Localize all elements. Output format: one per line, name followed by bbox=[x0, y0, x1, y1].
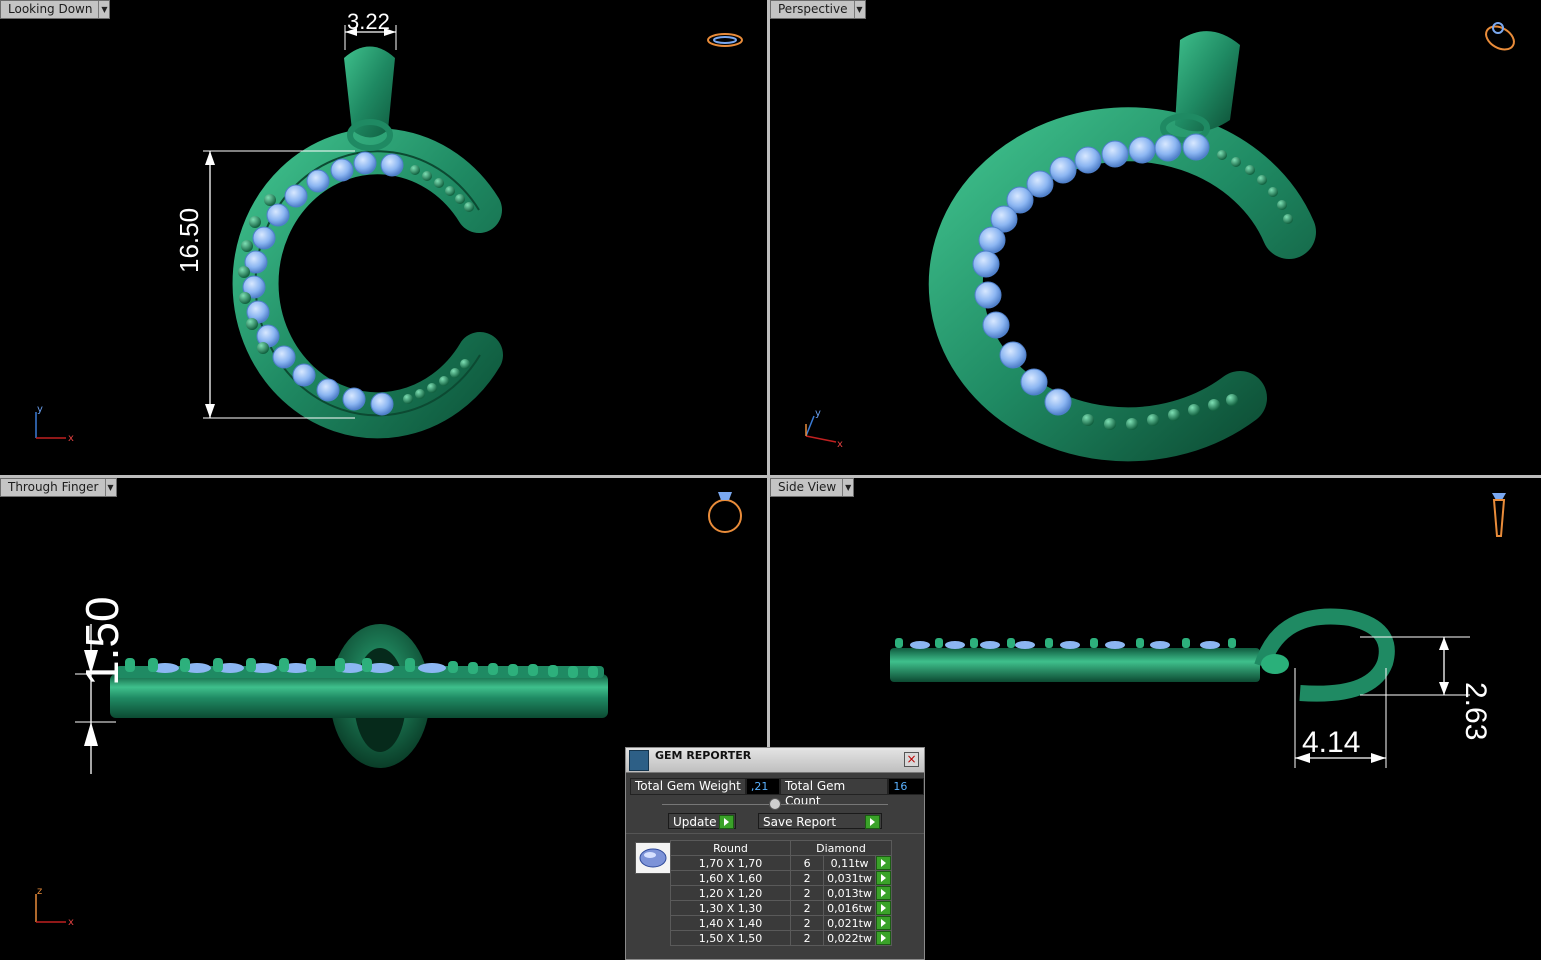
round-gem-icon bbox=[635, 842, 671, 874]
total-count-row: Total Gem Count 16 bbox=[780, 777, 924, 808]
total-weight-label: Total Gem Weight bbox=[630, 777, 746, 795]
play-icon[interactable] bbox=[875, 901, 891, 915]
view-cube-icon bbox=[708, 492, 742, 533]
bail-width-dimension: 3.22 bbox=[347, 9, 390, 34]
pendant-band bbox=[928, 107, 1316, 462]
axis-triad-icon: y x bbox=[35, 404, 74, 444]
chevron-down-icon[interactable]: ▼ bbox=[98, 1, 109, 18]
pendant-perspective-view: y x bbox=[805, 22, 1515, 462]
play-icon bbox=[719, 815, 734, 829]
view-cube-icon bbox=[1492, 493, 1506, 537]
update-button[interactable]: Update bbox=[668, 813, 736, 829]
pendant-band bbox=[110, 674, 608, 718]
view-cube-icon bbox=[1485, 22, 1515, 51]
pendant-top-view: 16.50 3.22 y x bbox=[35, 9, 743, 444]
table-row[interactable]: 1,40 X 1,40 2 0,021tw bbox=[670, 915, 893, 931]
gem-table-header: Round Diamond bbox=[670, 840, 892, 856]
play-icon[interactable] bbox=[875, 886, 891, 900]
svg-text:z: z bbox=[37, 886, 42, 897]
viewport-splitter-horizontal[interactable] bbox=[0, 475, 1541, 478]
svg-text:y: y bbox=[815, 408, 821, 419]
axis-triad-icon: y x bbox=[805, 408, 843, 450]
chevron-down-icon[interactable]: ▼ bbox=[104, 479, 116, 496]
total-weight-row: Total Gem Weight ,21 bbox=[630, 777, 780, 795]
viewport-label[interactable]: Side View ▼ bbox=[770, 478, 855, 497]
table-row[interactable]: 1,20 X 1,20 2 0,013tw bbox=[670, 885, 893, 901]
close-icon[interactable]: × bbox=[904, 752, 919, 767]
total-count-value: 16 bbox=[888, 777, 924, 795]
total-count-label: Total Gem Count bbox=[780, 777, 889, 808]
viewport-looking-down[interactable]: 16.50 3.22 y x Looking Down ▼ bbox=[0, 0, 767, 475]
gem-table: Round Diamond 1,70 X 1,70 6 0,11tw 1,60 … bbox=[670, 840, 893, 946]
material-header: Diamond bbox=[790, 840, 892, 856]
collapse-toggle-icon[interactable] bbox=[769, 798, 781, 810]
table-row[interactable]: 1,70 X 1,70 6 0,11tw bbox=[670, 855, 893, 871]
play-icon[interactable] bbox=[875, 931, 891, 945]
bail-depth-dimension: 2.63 bbox=[1459, 682, 1492, 740]
viewport-label[interactable]: Through Finger ▼ bbox=[0, 478, 117, 497]
panel-title: GEM REPORTER bbox=[655, 749, 752, 762]
pendant-band bbox=[890, 648, 1260, 682]
view-cube-icon bbox=[707, 33, 743, 47]
bail-length-dimension: 4.14 bbox=[1302, 726, 1360, 759]
axis-triad-icon: z x bbox=[35, 886, 74, 928]
svg-text:x: x bbox=[68, 917, 74, 928]
viewport-label[interactable]: Looking Down ▼ bbox=[0, 0, 111, 19]
chevron-down-icon[interactable]: ▼ bbox=[842, 479, 853, 496]
gem-reporter-titlebar[interactable]: GEM REPORTER × bbox=[626, 748, 924, 773]
play-icon[interactable] bbox=[875, 871, 891, 885]
height-dimension: 16.50 bbox=[174, 208, 204, 273]
table-row[interactable]: 1,30 X 1,30 2 0,016tw bbox=[670, 900, 893, 916]
table-row[interactable]: 1,60 X 1,60 2 0,031tw bbox=[670, 870, 893, 886]
svg-text:y: y bbox=[37, 404, 43, 415]
viewport-label[interactable]: Perspective ▼ bbox=[770, 0, 866, 19]
chevron-down-icon[interactable]: ▼ bbox=[853, 1, 865, 18]
play-icon[interactable] bbox=[875, 856, 891, 870]
svg-text:x: x bbox=[68, 433, 74, 444]
viewport-perspective[interactable]: y x Perspective ▼ bbox=[770, 0, 1541, 475]
play-icon[interactable] bbox=[875, 916, 891, 930]
total-weight-value: ,21 bbox=[745, 777, 780, 795]
table-row[interactable]: 1,50 X 1,50 2 0,022tw bbox=[670, 930, 893, 946]
report-icon bbox=[629, 750, 649, 771]
thickness-dimension: 1.50 bbox=[76, 596, 128, 686]
svg-text:x: x bbox=[837, 439, 843, 450]
shape-header: Round bbox=[670, 840, 791, 856]
play-icon bbox=[865, 815, 880, 829]
save-report-button[interactable]: Save Report bbox=[758, 813, 882, 829]
